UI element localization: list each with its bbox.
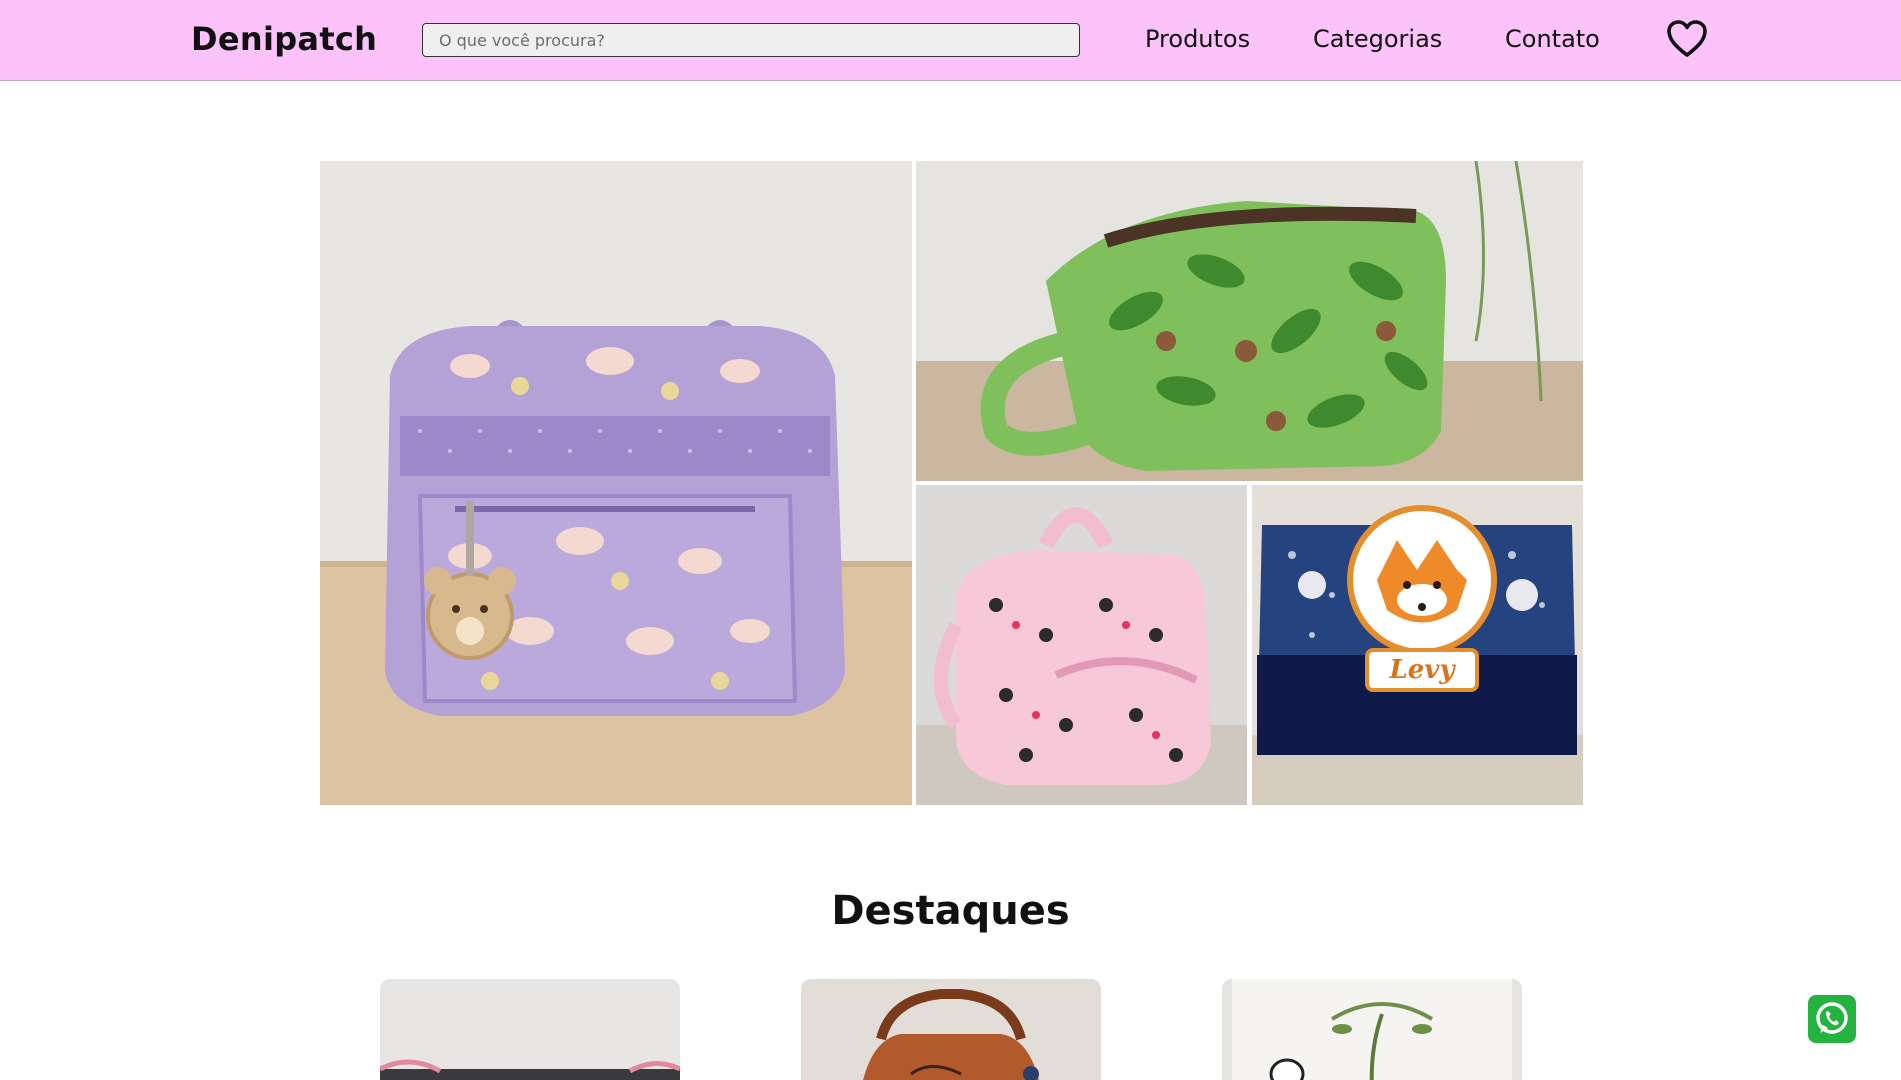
featured-card-1[interactable] xyxy=(380,979,680,1080)
hero-gallery: Levy xyxy=(320,161,1583,805)
whatsapp-button[interactable] xyxy=(1808,995,1856,1043)
nav-produtos[interactable]: Produtos xyxy=(1145,25,1250,53)
search-input[interactable] xyxy=(422,23,1080,57)
featured-title: Destaques xyxy=(831,888,1070,934)
brand-logo[interactable]: Denipatch xyxy=(191,20,377,58)
favorites-button[interactable] xyxy=(1665,18,1709,60)
hero-image-lilac-bag[interactable] xyxy=(320,161,912,805)
hero-image-green-bag[interactable] xyxy=(916,161,1583,481)
top-navbar: Denipatch Produtos Categorias Contato xyxy=(0,0,1901,81)
heart-icon xyxy=(1667,20,1707,57)
nav-categorias[interactable]: Categorias xyxy=(1313,25,1442,53)
hero-image-pink-bag[interactable] xyxy=(916,485,1247,805)
nav-contato[interactable]: Contato xyxy=(1505,25,1600,53)
svg-text:Levy: Levy xyxy=(1388,655,1456,685)
featured-card-3[interactable] xyxy=(1222,979,1522,1080)
whatsapp-icon xyxy=(1816,1002,1848,1034)
featured-card-2[interactable] xyxy=(801,979,1101,1080)
hero-image-navy-pouch[interactable]: Levy xyxy=(1252,485,1583,805)
